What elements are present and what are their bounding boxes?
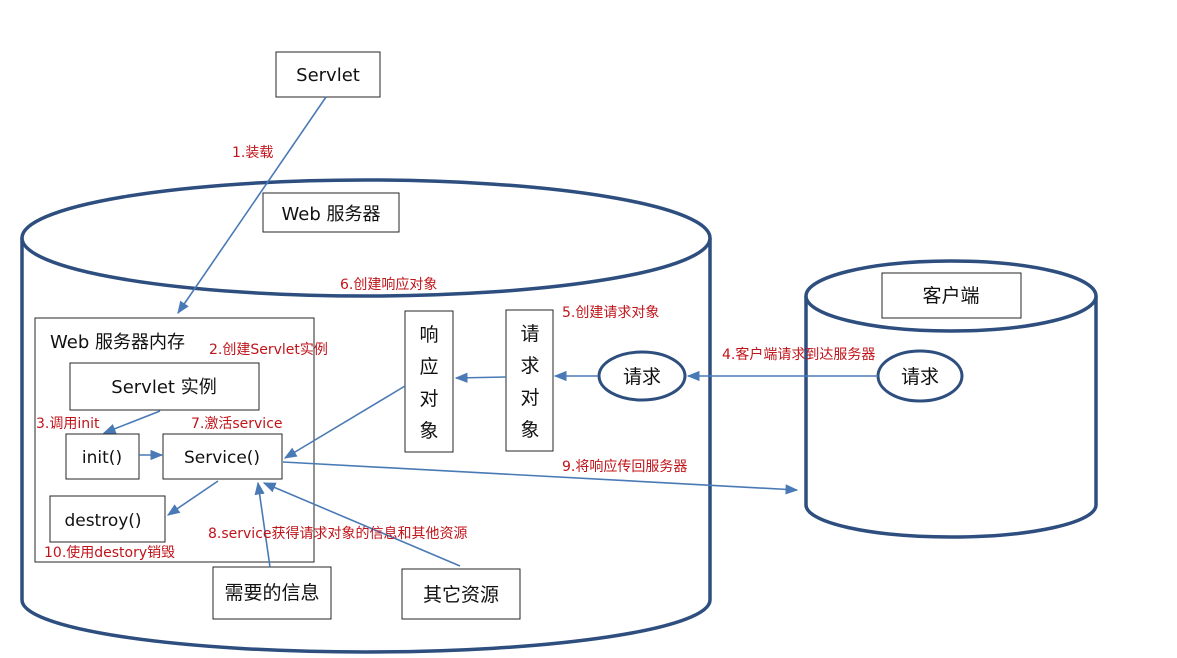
other-resources-box: 其它资源 (401, 568, 521, 620)
request-object-char-1: 请 (520, 323, 539, 345)
service-box: Service() (162, 433, 283, 480)
other-resources-label: 其它资源 (423, 584, 499, 606)
destroy-box: destroy() (49, 495, 166, 543)
destroy-label: destroy() (64, 511, 141, 531)
step-9-label: 9.将响应传回服务器 (562, 458, 687, 475)
request-ellipse-server: 请求 (597, 350, 687, 402)
needed-info-label: 需要的信息 (224, 582, 319, 604)
response-object-box: 响 应 对 象 (404, 310, 454, 453)
step-5-label: 5.创建请求对象 (562, 305, 659, 321)
request-object-char-2: 求 (520, 355, 539, 377)
response-object-char-1: 响 (419, 324, 438, 346)
servlet-lifecycle-diagram: Servlet Web 服务器 Web 服务器内存 Servlet 实例 ini… (20, 51, 1098, 654)
servlet-box: Servlet (275, 51, 381, 98)
step-6-label: 6.创建响应对象 (340, 276, 437, 293)
service-label: Service() (184, 448, 260, 468)
request-object-char-3: 对 (520, 387, 539, 409)
step-7-label: 7.激活service (191, 415, 283, 432)
request-server-label: 请求 (623, 366, 661, 388)
init-box: init() (65, 433, 140, 480)
init-label: init() (82, 448, 122, 468)
step-1-label: 1.装载 (232, 145, 273, 161)
step-10-label: 10.使用destory销毁 (44, 544, 175, 561)
client-label: 客户端 (922, 285, 979, 307)
response-object-char-4: 象 (419, 420, 438, 442)
response-object-char-2: 应 (419, 356, 438, 378)
request-object-char-4: 象 (520, 419, 539, 441)
needed-info-box: 需要的信息 (212, 566, 332, 620)
web-server-label: Web 服务器 (282, 204, 381, 225)
request-object-box: 请 求 对 象 (505, 309, 554, 452)
request-client-label: 请求 (901, 366, 939, 388)
servlet-label: Servlet (296, 65, 360, 86)
step-3-label: 3.调用init (36, 416, 100, 432)
web-server-label-box: Web 服务器 (262, 192, 400, 233)
arrow-request-to-response (454, 372, 507, 383)
web-memory-label: Web 服务器内存 (50, 332, 185, 353)
step-2-label: 2.创建Servlet实例 (209, 342, 328, 358)
step-8-label: 8.service获得请求对象的信息和其他资源 (208, 525, 468, 542)
request-ellipse-client: 请求 (876, 349, 964, 403)
servlet-instance-box: Servlet 实例 (69, 362, 260, 411)
client-label-box: 客户端 (881, 272, 1022, 319)
response-object-char-3: 对 (419, 388, 438, 410)
servlet-instance-label: Servlet 实例 (111, 377, 216, 398)
step-4-label: 4.客户端请求到达服务器 (722, 346, 875, 363)
